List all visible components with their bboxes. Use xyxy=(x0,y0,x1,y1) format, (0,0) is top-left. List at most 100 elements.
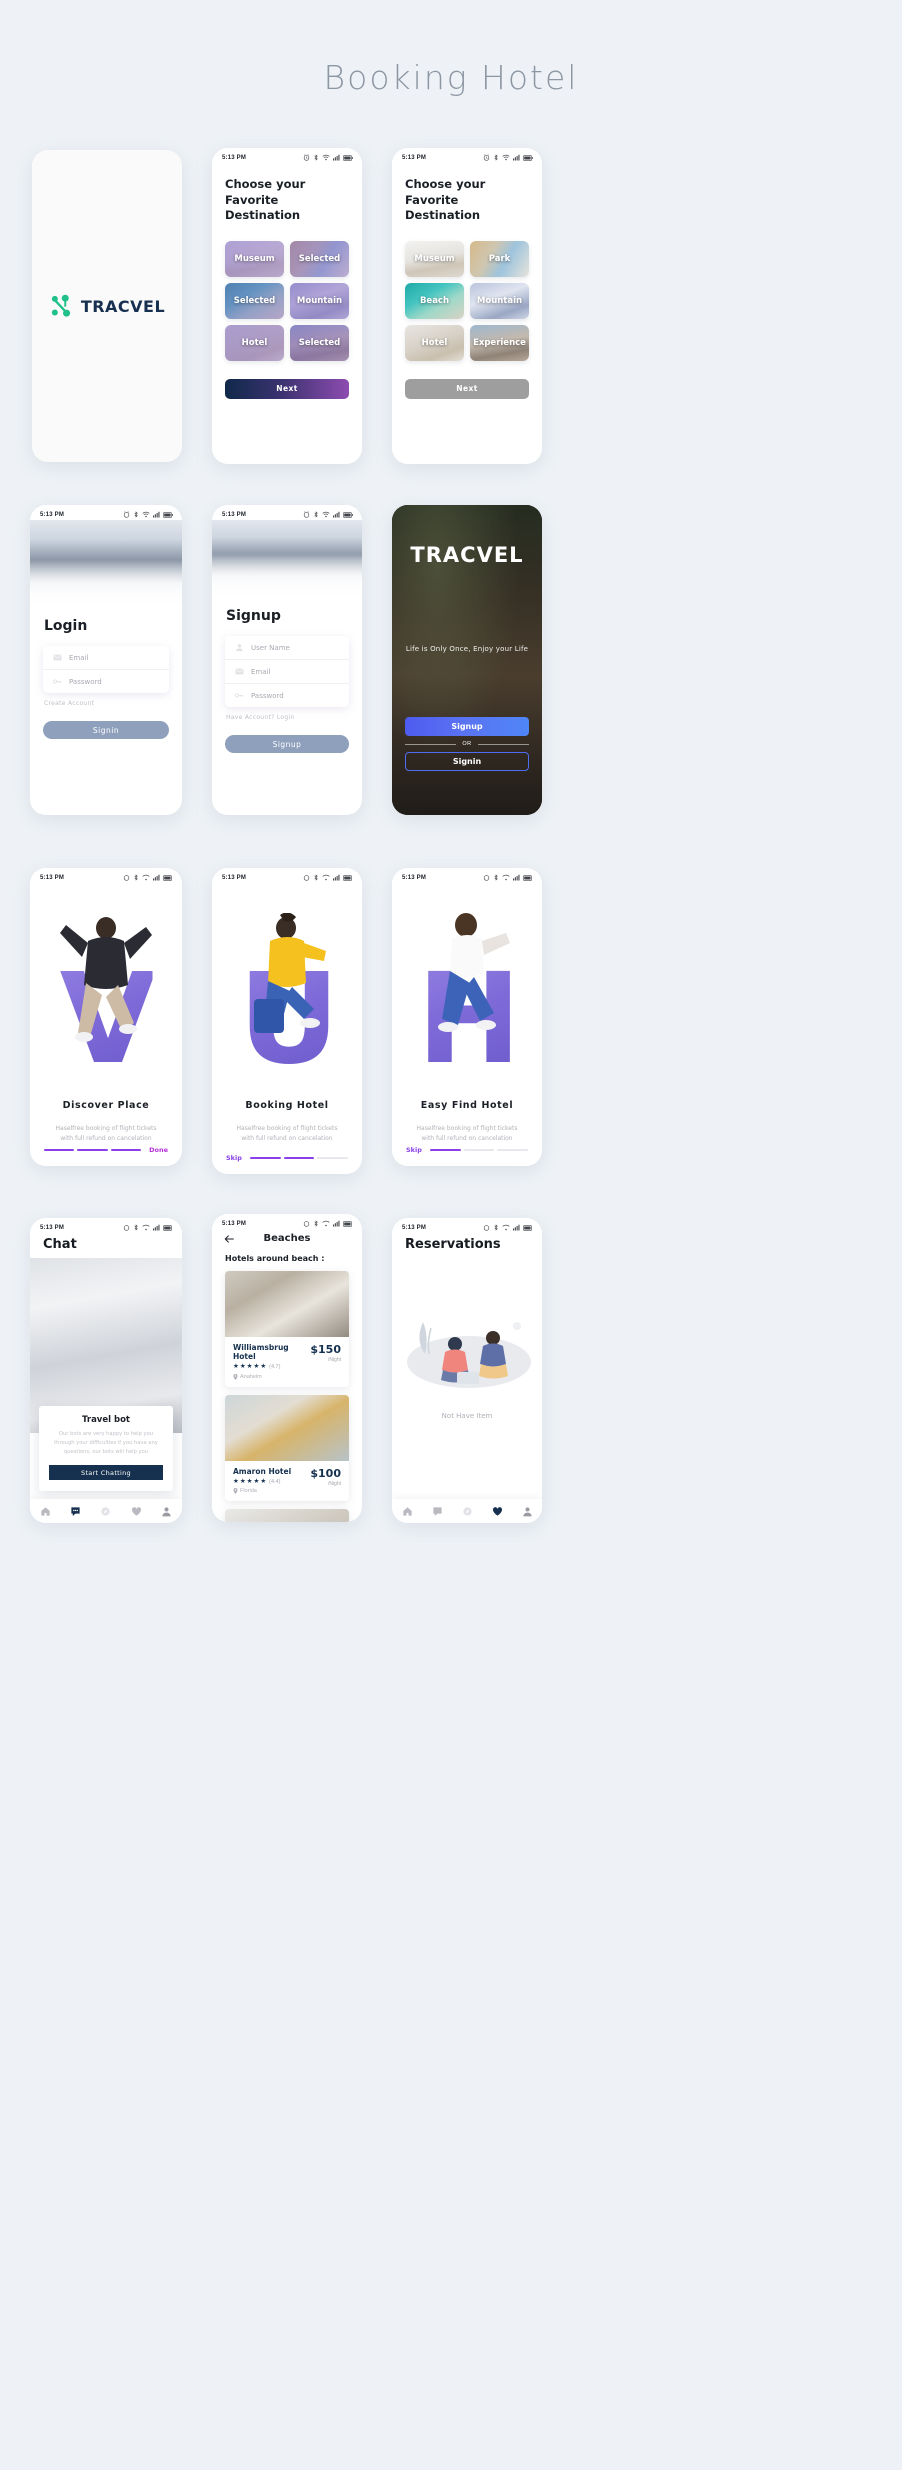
list-title: Beaches xyxy=(263,1233,311,1244)
password-field[interactable]: Password xyxy=(43,670,169,693)
login-hero-image xyxy=(30,520,182,608)
card-label: Experience xyxy=(473,337,526,348)
page-title: Booking Hotel xyxy=(323,58,579,97)
progress-bar xyxy=(44,1149,75,1151)
signal-icon xyxy=(513,874,520,881)
tab-compass[interactable] xyxy=(100,1506,111,1517)
tab-profile[interactable] xyxy=(522,1506,533,1517)
chat-icon xyxy=(432,1506,442,1516)
star-icon: ★ xyxy=(253,1363,260,1370)
login-title: Login xyxy=(44,618,88,634)
card-label: Selected xyxy=(298,337,341,348)
done-button[interactable]: Done xyxy=(149,1146,168,1154)
signin-button[interactable]: Signin xyxy=(43,721,169,739)
next-button[interactable]: Next xyxy=(225,378,349,399)
have-account-login-link[interactable]: Have Account? Login xyxy=(212,707,362,721)
create-account-link[interactable]: Create Account xyxy=(30,693,182,707)
hotel-price: $150 xyxy=(310,1343,341,1356)
phone-onboarding-discover: 5:13 PM V Discover Place Haselfree booki… xyxy=(30,868,182,1166)
phone-beaches: 5:13 PM Beaches Hotels around beach : Wi… xyxy=(212,1214,362,1522)
signup-form: User Name Email Password xyxy=(225,636,349,707)
destination-card[interactable]: Experience xyxy=(470,324,529,361)
tab-compass[interactable] xyxy=(462,1506,473,1517)
card-label: Museum xyxy=(414,253,455,264)
username-placeholder: User Name xyxy=(251,643,290,652)
empty-state-illustration xyxy=(397,1304,537,1396)
tab-chat[interactable] xyxy=(70,1506,81,1517)
destination-card[interactable]: Hotel xyxy=(225,324,284,361)
password-field[interactable]: Password xyxy=(225,684,349,707)
or-divider: OR xyxy=(405,741,529,747)
status-time: 5:13 PM xyxy=(40,1224,65,1231)
hotel-card[interactable]: Amaron Hotel ★ ★ ★ ★ ★ (4.4) Florida $10… xyxy=(225,1394,349,1501)
alarm-icon xyxy=(483,875,490,881)
bottom-tab-bar xyxy=(392,1499,542,1523)
progress-bar xyxy=(429,1149,461,1151)
wifi-icon xyxy=(502,874,510,881)
login-form: Email Password xyxy=(43,646,169,693)
phone-welcome: TRACVEL Life is Only Once, Enjoy your Li… xyxy=(392,505,542,815)
signup-button[interactable]: Signup xyxy=(225,735,349,753)
tab-chat[interactable] xyxy=(432,1506,443,1517)
progress-bar xyxy=(110,1149,142,1151)
next-button[interactable]: Next xyxy=(405,378,529,399)
tab-heart[interactable] xyxy=(492,1506,503,1517)
onboarding-illustration: V xyxy=(30,883,182,1088)
alarm-icon xyxy=(303,875,310,881)
tab-heart[interactable] xyxy=(131,1506,142,1517)
status-icons xyxy=(483,874,533,881)
signal-icon xyxy=(333,1220,340,1227)
location-pin-icon xyxy=(233,1488,238,1494)
battery-icon xyxy=(163,1224,172,1231)
start-chatting-button[interactable]: Start Chatting xyxy=(49,1465,163,1480)
phone-signup: 5:13 PM Signup User Name Email Password … xyxy=(212,505,362,815)
username-field[interactable]: User Name xyxy=(225,636,349,660)
destination-grid: Museum Selected Selected Mountain Hotel … xyxy=(225,240,349,361)
star-icon: ★ xyxy=(246,1477,253,1485)
status-icons xyxy=(123,1224,173,1231)
signal-icon xyxy=(153,874,160,881)
signin-button[interactable]: Signin xyxy=(405,752,529,771)
tab-home[interactable] xyxy=(40,1506,51,1517)
destination-card[interactable]: Museum xyxy=(225,240,284,277)
destination-card[interactable]: Mountain xyxy=(470,282,529,319)
destination-card[interactable]: Selected xyxy=(290,240,349,277)
status-time: 5:13 PM xyxy=(222,511,247,518)
status-icons xyxy=(123,874,173,881)
price-unit: /Night xyxy=(327,1357,341,1363)
destination-card[interactable]: Selected xyxy=(225,282,284,319)
price-block: $100 /Night xyxy=(310,1467,341,1487)
person-icon xyxy=(522,1506,532,1516)
progress-bars xyxy=(44,1149,142,1151)
wifi-icon xyxy=(322,154,330,161)
email-field[interactable]: Email xyxy=(43,646,169,670)
tab-home[interactable] xyxy=(402,1506,413,1517)
star-icon: ★ xyxy=(253,1477,260,1485)
destination-card[interactable]: Beach xyxy=(405,282,464,319)
arrow-left-icon[interactable] xyxy=(224,1234,234,1244)
rating-row: ★ ★ ★ ★ ★ (4.7) xyxy=(233,1363,310,1371)
skip-button[interactable]: Skip xyxy=(226,1154,242,1162)
destination-card[interactable]: Hotel xyxy=(405,324,464,361)
status-bar: 5:13 PM xyxy=(30,868,182,883)
hotel-card[interactable] xyxy=(225,1509,349,1522)
star-half-icon: ★ xyxy=(260,1363,267,1370)
location-name: Florida xyxy=(240,1488,257,1494)
status-icons xyxy=(483,1224,533,1231)
wifi-icon xyxy=(142,874,150,881)
hotel-card[interactable]: Williamsbrug Hotel ★ ★ ★ ★ ★ (4.7) Anahe… xyxy=(225,1271,349,1387)
star-icon: ★ xyxy=(233,1363,239,1370)
welcome-actions: Signup OR Signin xyxy=(392,717,542,815)
tab-profile[interactable] xyxy=(161,1506,172,1517)
destination-card[interactable]: Selected xyxy=(290,324,349,361)
skip-button[interactable]: Skip xyxy=(406,1146,422,1154)
key-icon xyxy=(235,693,244,698)
progress-bar xyxy=(283,1157,315,1159)
destination-card[interactable]: Mountain xyxy=(290,282,349,319)
progress-bar xyxy=(249,1157,281,1159)
destination-card[interactable]: Park xyxy=(470,240,529,277)
hotel-name: Williamsbrug Hotel xyxy=(233,1343,289,1361)
destination-card[interactable]: Museum xyxy=(405,240,464,277)
signup-button[interactable]: Signup xyxy=(405,717,529,736)
email-field[interactable]: Email xyxy=(225,660,349,684)
